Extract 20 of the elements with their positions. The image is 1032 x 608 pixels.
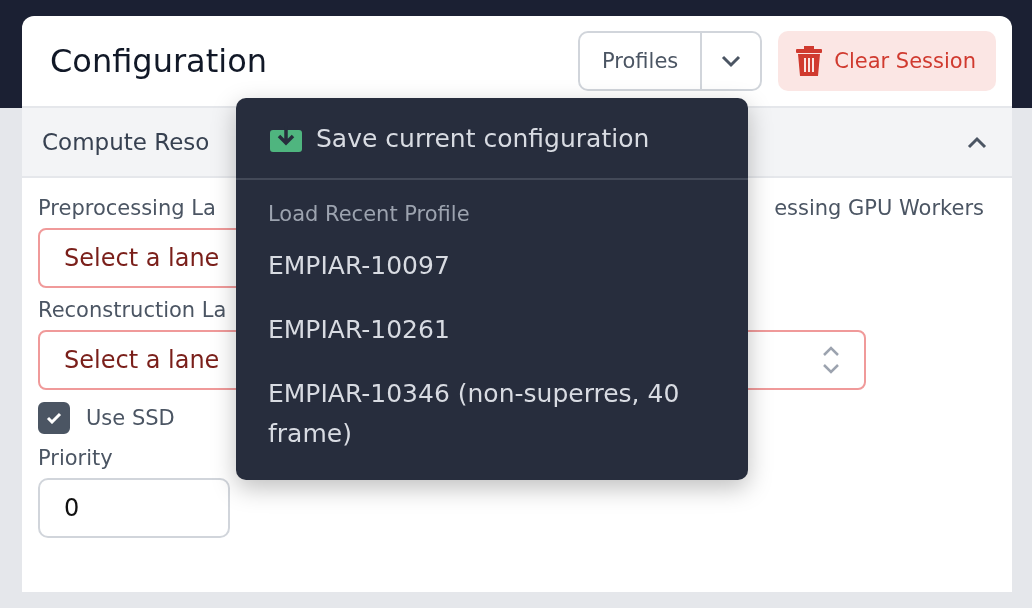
field-label: Priority [38,446,113,470]
chevron-down-icon [720,54,743,68]
profile-item[interactable]: EMPIAR-10346 (non-superres, 40 frame) [236,362,748,466]
menu-group-label: Load Recent Profile [267,201,471,228]
profiles-dropdown-toggle[interactable] [700,33,761,89]
checkbox-label: Use SSD [86,406,175,430]
field-label: Preprocessing La [38,196,216,220]
section-title: Compute Reso [42,129,210,155]
up-down-chevron-icon [822,345,840,375]
field-label: Reconstruction La [38,298,227,322]
trash-icon [796,46,823,76]
field-label: essing GPU Workers [774,196,984,220]
checkmark-icon [46,412,62,424]
save-configuration-item[interactable]: Save current configuration [236,98,748,180]
profile-item[interactable]: EMPIAR-10261 [236,298,748,362]
clear-session-button[interactable]: Clear Session [778,31,996,91]
page-title: Configuration [50,42,268,80]
priority-input[interactable]: 0 [38,478,230,538]
profile-item[interactable]: EMPIAR-10097 [236,234,748,298]
checkbox[interactable] [38,402,70,434]
